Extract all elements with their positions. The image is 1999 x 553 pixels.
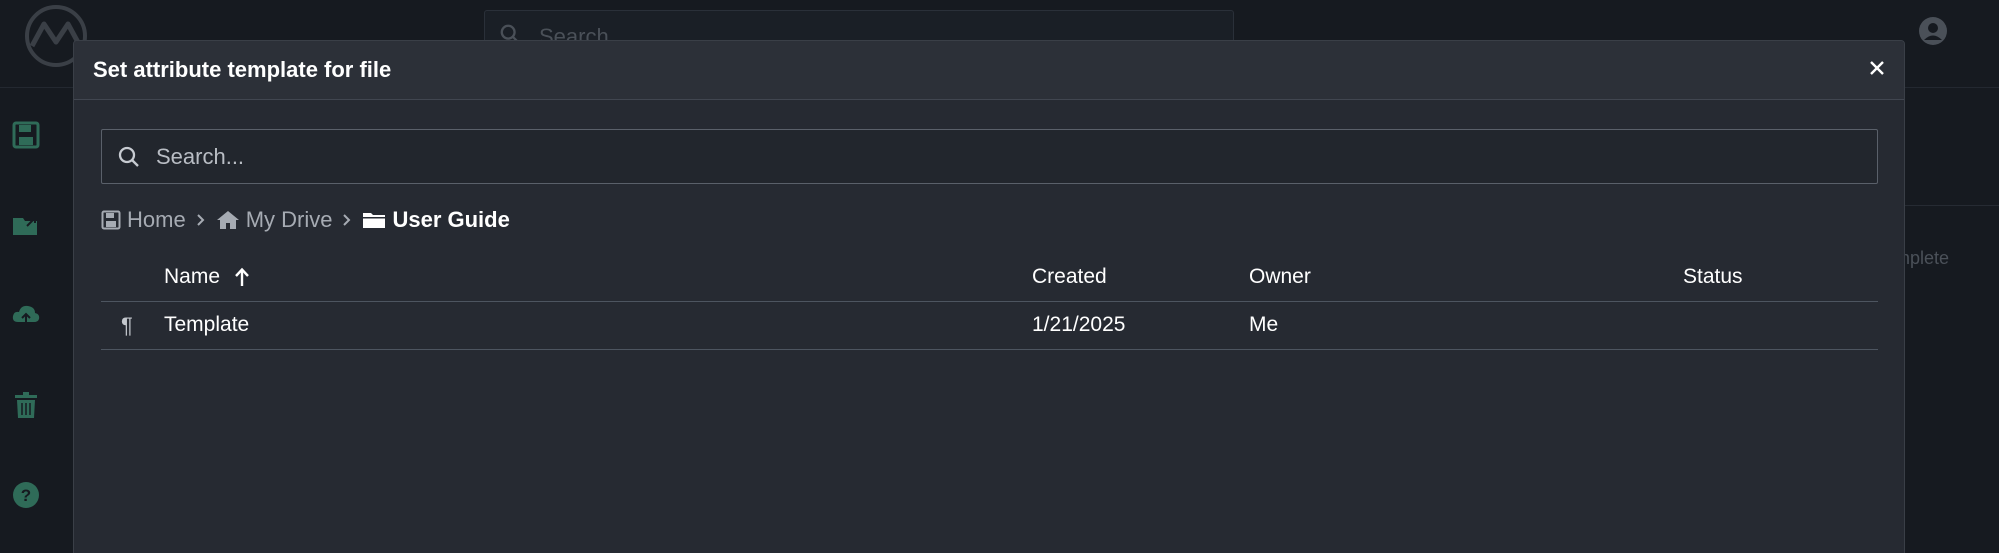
search-icon bbox=[118, 146, 139, 167]
modal-header: Set attribute template for file bbox=[74, 41, 1904, 100]
breadcrumb-user-guide: User Guide bbox=[362, 207, 510, 233]
breadcrumb-my-drive-label: My Drive bbox=[245, 207, 333, 232]
breadcrumb-user-guide-label: User Guide bbox=[392, 207, 510, 232]
column-owner-label: Owner bbox=[1249, 265, 1311, 288]
column-status-label: Status bbox=[1683, 265, 1743, 288]
table-header: Name Created Owner Status bbox=[101, 261, 1878, 302]
modal-search-field[interactable] bbox=[101, 129, 1878, 184]
template-table: Name Created Owner Status ¶ Template 1/2… bbox=[101, 261, 1878, 350]
save-icon[interactable] bbox=[11, 120, 41, 150]
table-row[interactable]: ¶ Template 1/21/2025 Me bbox=[101, 302, 1878, 350]
trash-icon[interactable] bbox=[11, 390, 41, 420]
folder-icon bbox=[363, 213, 386, 228]
home-icon bbox=[216, 211, 239, 229]
cloud-upload-icon[interactable] bbox=[11, 300, 41, 330]
column-header-owner[interactable]: Owner bbox=[1249, 265, 1311, 289]
column-header-created[interactable]: Created bbox=[1032, 265, 1107, 289]
svg-text:?: ? bbox=[21, 486, 31, 505]
background-divider bbox=[1904, 205, 1999, 206]
pilcrow-icon: ¶ bbox=[121, 313, 133, 338]
row-created: 1/21/2025 bbox=[1032, 313, 1126, 336]
column-created-label: Created bbox=[1032, 265, 1107, 288]
close-button[interactable] bbox=[1864, 55, 1890, 81]
column-name-label: Name bbox=[164, 265, 221, 288]
help-icon[interactable]: ? bbox=[11, 480, 41, 510]
column-header-name[interactable]: Name bbox=[164, 265, 250, 289]
breadcrumb: Home My Drive User Guide bbox=[101, 205, 510, 235]
sidebar: ? bbox=[0, 88, 72, 553]
row-name: Template bbox=[164, 313, 250, 336]
attribute-template-modal: Set attribute template for file Home bbox=[73, 40, 1905, 553]
column-header-status[interactable]: Status bbox=[1683, 265, 1743, 289]
modal-title: Set attribute template for file bbox=[93, 57, 392, 82]
chevron-right-icon bbox=[196, 213, 206, 227]
close-icon bbox=[1870, 61, 1884, 75]
floppy-icon bbox=[101, 210, 121, 230]
user-avatar-icon[interactable] bbox=[1918, 16, 1948, 46]
modal-search-input[interactable] bbox=[156, 130, 1856, 183]
breadcrumb-my-drive[interactable]: My Drive bbox=[216, 207, 333, 233]
breadcrumb-home[interactable]: Home bbox=[101, 207, 186, 233]
folder-open-icon[interactable] bbox=[11, 210, 41, 240]
row-owner: Me bbox=[1249, 313, 1279, 336]
chevron-right-icon bbox=[342, 213, 352, 227]
sort-ascending-icon bbox=[235, 267, 249, 286]
breadcrumb-home-label: Home bbox=[127, 207, 186, 232]
